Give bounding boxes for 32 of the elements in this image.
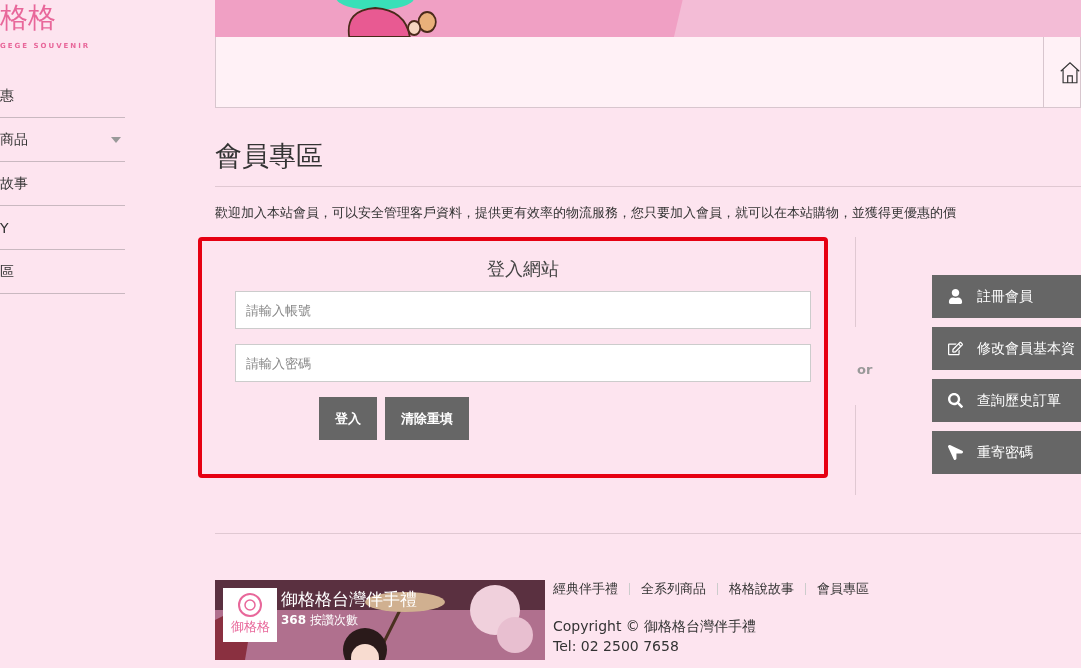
- widget-logo-text: 御格格: [230, 618, 270, 636]
- phone-text: Tel: 02 2500 7658: [553, 637, 680, 656]
- logo-text: 格格: [0, 0, 56, 36]
- login-title: 登入網站: [487, 257, 559, 281]
- input-field[interactable]: 請輸入密碼: [235, 344, 811, 382]
- member-action-button[interactable]: 重寄密碼: [932, 431, 1081, 474]
- sidebar-item[interactable]: Y: [0, 206, 125, 250]
- footer-link[interactable]: 格格說故事: [729, 580, 794, 598]
- login-button[interactable]: 登入: [319, 397, 377, 440]
- page-title: 會員專區: [215, 138, 1081, 187]
- footer-link[interactable]: 全系列商品: [641, 580, 706, 598]
- footer-link[interactable]: 經典伴手禮: [553, 580, 618, 598]
- sidebar-item[interactable]: 故事: [0, 162, 125, 206]
- member-action-button[interactable]: 註冊會員: [932, 275, 1081, 318]
- member-action-label: 重寄密碼: [977, 443, 1033, 462]
- sidebar-item[interactable]: 商品: [0, 118, 125, 162]
- member-action-label: 查詢歷史訂單: [977, 391, 1061, 410]
- reset-button[interactable]: 清除重填: [385, 397, 469, 440]
- like-count: 368 按讚次數: [281, 612, 358, 629]
- member-action-button[interactable]: 查詢歷史訂單: [932, 379, 1081, 422]
- member-action-button[interactable]: 修改會員基本資: [932, 327, 1081, 370]
- input-field[interactable]: 請輸入帳號: [235, 291, 811, 329]
- sidebar-item[interactable]: 惠: [0, 74, 125, 118]
- copyright-text: Copyright © 御格格台灣伴手禮: [553, 617, 758, 636]
- intro-text: 歡迎加入本站會員，可以安全管理客戶資料，提供更有效率的物流服務，您只要加入會員，就可以在本站購物，並獲得更優惠的價: [215, 205, 957, 222]
- member-action-label: 修改會員基本資: [977, 339, 1075, 358]
- widget-title: 御格格台灣伴手禮: [281, 588, 417, 611]
- footer-link[interactable]: 會員專區: [817, 580, 869, 598]
- member-action-label: 註冊會員: [977, 287, 1033, 306]
- facebook-widget[interactable]: 御格格 御格格台灣伴手禮 368 按讚次數: [215, 580, 545, 660]
- sidebar-item[interactable]: 區: [0, 250, 125, 294]
- or-label: or: [857, 362, 873, 377]
